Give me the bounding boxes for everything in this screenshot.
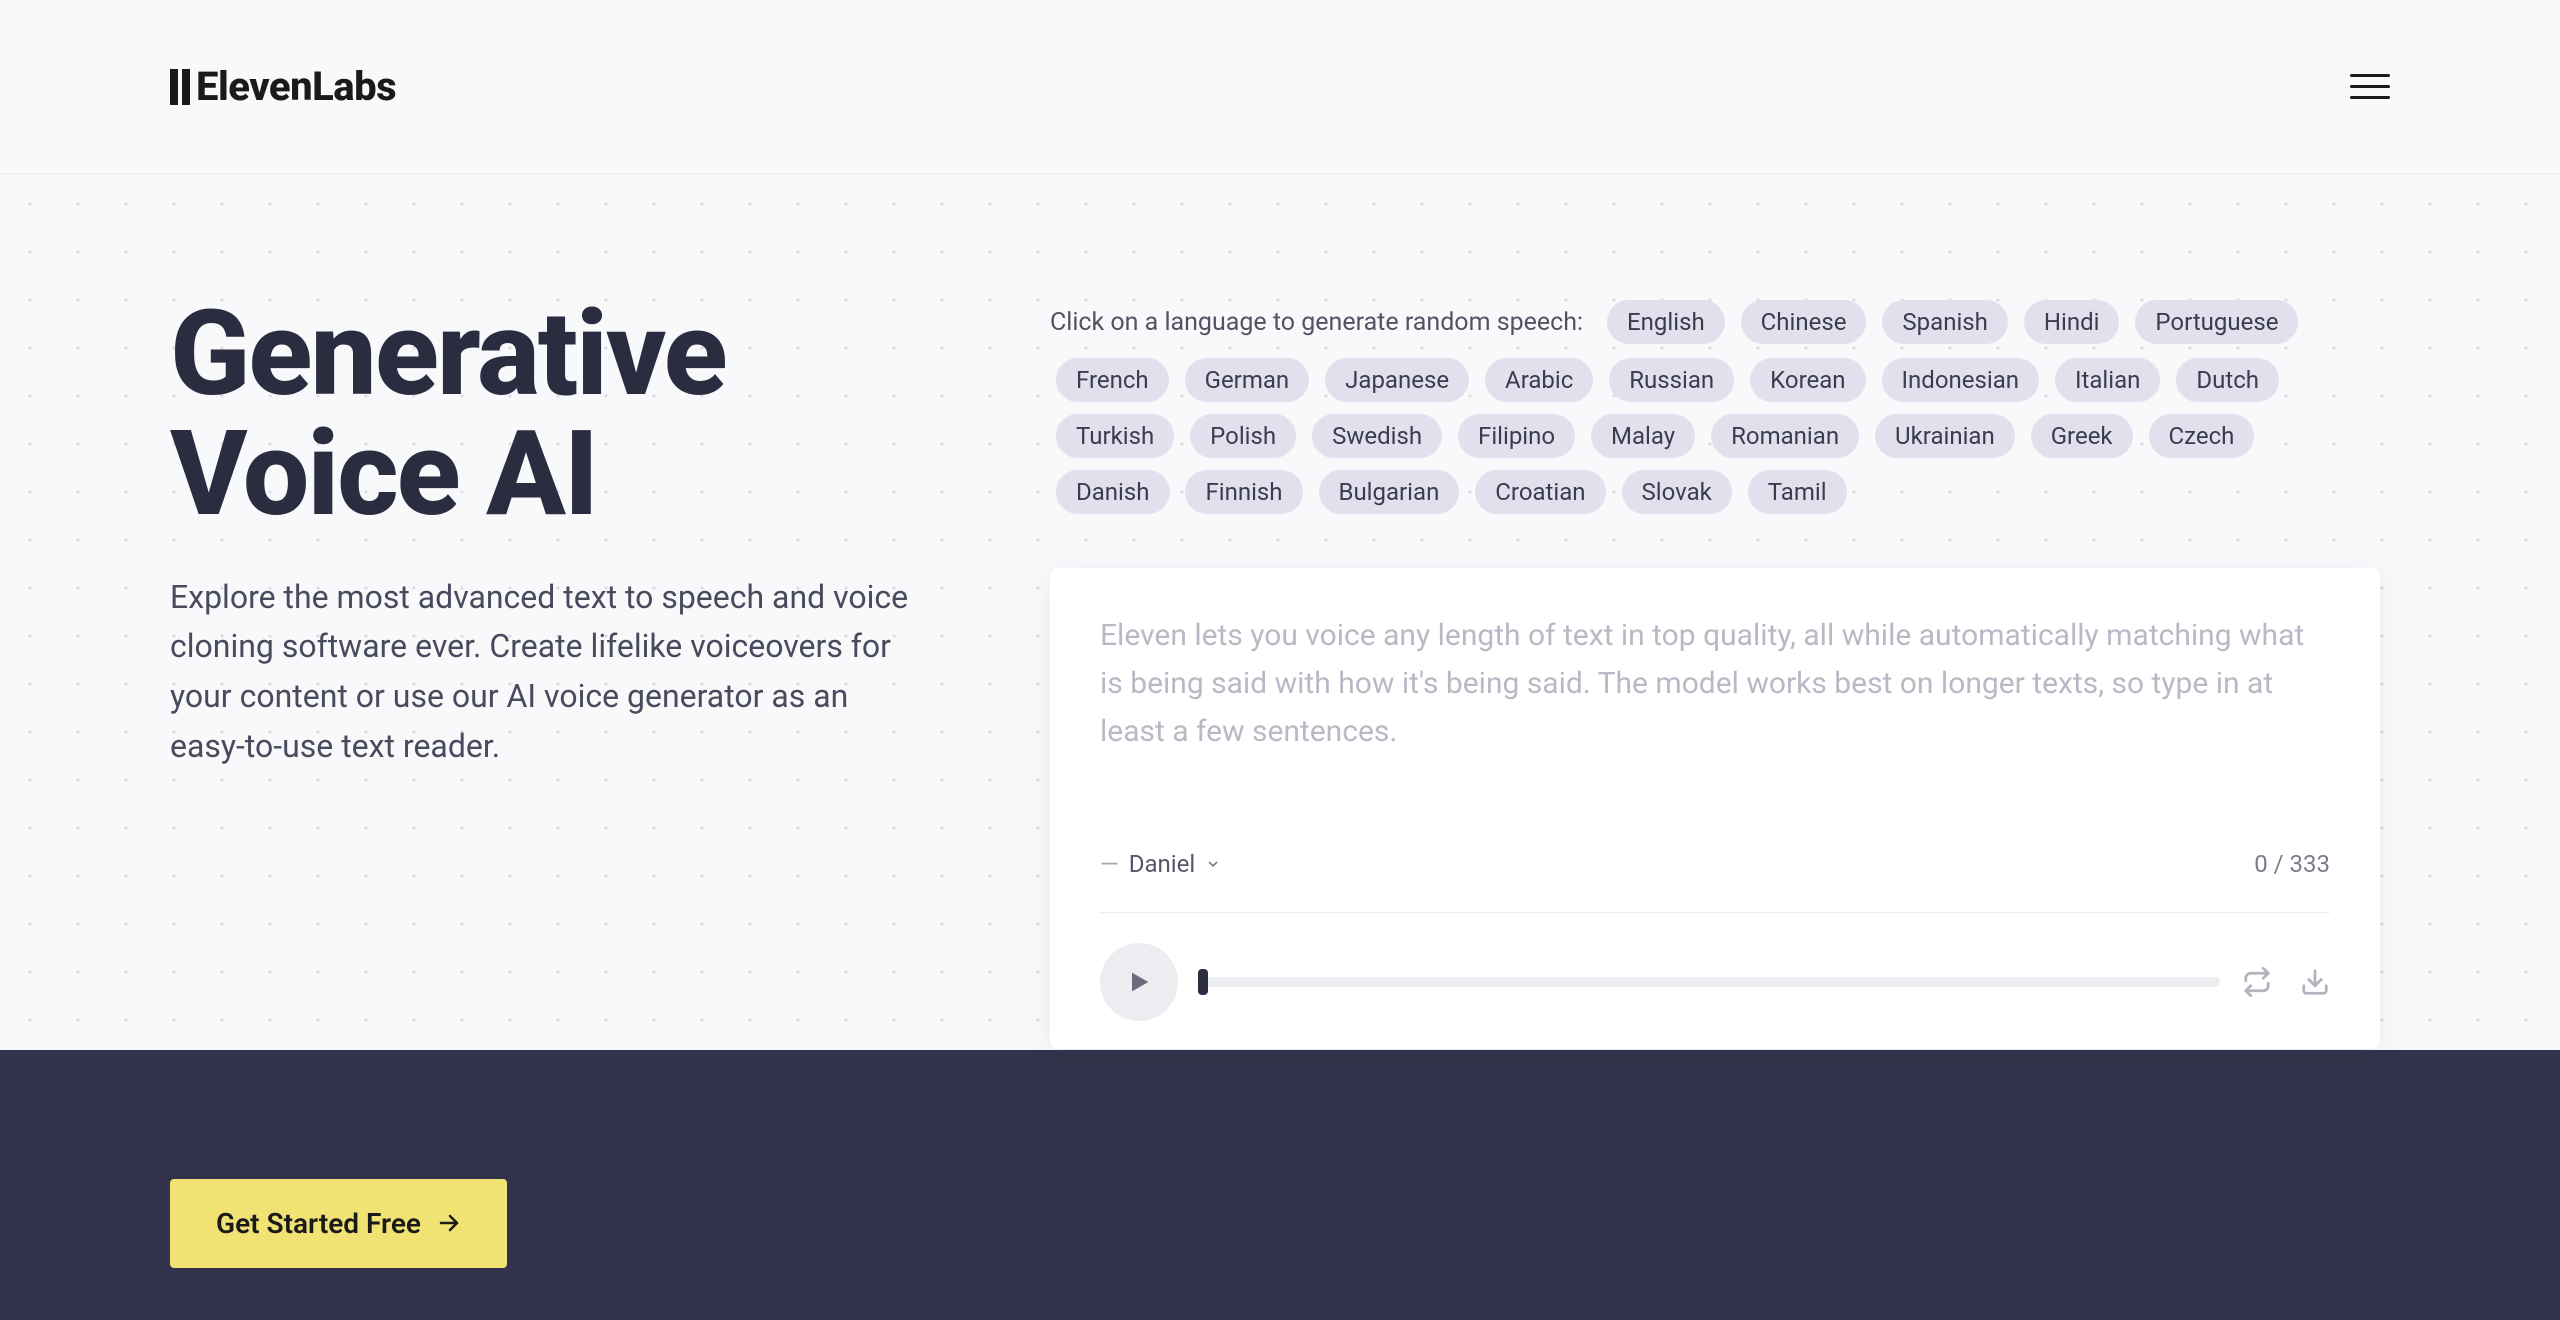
hero-title: Generative Voice AI (170, 294, 930, 535)
language-pill-polish[interactable]: Polish (1190, 414, 1296, 458)
language-pill-greek[interactable]: Greek (2031, 414, 2133, 458)
language-pill-dutch[interactable]: Dutch (2176, 358, 2279, 402)
language-pill-czech[interactable]: Czech (2149, 414, 2255, 458)
language-pill-danish[interactable]: Danish (1056, 470, 1170, 514)
tts-card: — Daniel 0 / 333 (1050, 568, 2380, 1049)
language-pill-hindi[interactable]: Hindi (2024, 300, 2120, 344)
language-pill-indonesian[interactable]: Indonesian (1882, 358, 2040, 402)
language-pill-german[interactable]: German (1185, 358, 1310, 402)
language-pill-bulgarian[interactable]: Bulgarian (1319, 470, 1460, 514)
language-pill-chinese[interactable]: Chinese (1741, 300, 1867, 344)
language-pill-arabic[interactable]: Arabic (1485, 358, 1593, 402)
language-pill-italian[interactable]: Italian (2055, 358, 2160, 402)
hero-section: Generative Voice AI Explore the most adv… (170, 294, 930, 1049)
language-pill-malay[interactable]: Malay (1591, 414, 1695, 458)
get-started-button[interactable]: Get Started Free (170, 1179, 507, 1268)
brand-name: ElevenLabs (196, 63, 396, 110)
language-selector: Click on a language to generate random s… (1050, 294, 2380, 520)
language-pill-english[interactable]: English (1607, 300, 1725, 344)
language-pill-tamil[interactable]: Tamil (1748, 470, 1847, 514)
site-header: ElevenLabs (0, 0, 2560, 174)
loop-icon[interactable] (2242, 967, 2272, 997)
language-pill-spanish[interactable]: Spanish (1882, 300, 2007, 344)
voice-picker[interactable]: — Daniel (1100, 850, 1221, 878)
language-pill-swedish[interactable]: Swedish (1312, 414, 1442, 458)
language-pill-filipino[interactable]: Filipino (1458, 414, 1575, 458)
language-pill-romanian[interactable]: Romanian (1711, 414, 1859, 458)
language-pill-korean[interactable]: Korean (1750, 358, 1865, 402)
progress-track[interactable] (1200, 977, 2220, 987)
tts-textarea[interactable] (1100, 612, 2330, 842)
brand-logo[interactable]: ElevenLabs (170, 63, 396, 110)
voice-name: Daniel (1129, 850, 1195, 878)
language-pill-french[interactable]: French (1056, 358, 1169, 402)
char-counter: 0 / 333 (2254, 850, 2330, 878)
play-icon (1125, 968, 1153, 996)
language-pill-slovak[interactable]: Slovak (1622, 470, 1732, 514)
language-pill-turkish[interactable]: Turkish (1056, 414, 1174, 458)
download-icon[interactable] (2300, 967, 2330, 997)
audio-player (1100, 913, 2330, 1021)
cta-label: Get Started Free (216, 1207, 421, 1240)
language-pill-portuguese[interactable]: Portuguese (2135, 300, 2298, 344)
language-pill-croatian[interactable]: Croatian (1475, 470, 1605, 514)
play-button[interactable] (1100, 943, 1178, 1021)
logo-bars-icon (170, 69, 190, 105)
voice-prefix: — (1100, 850, 1119, 878)
language-pill-japanese[interactable]: Japanese (1325, 358, 1469, 402)
language-pill-finnish[interactable]: Finnish (1185, 470, 1302, 514)
chevron-down-icon (1205, 856, 1221, 872)
language-intro: Click on a language to generate random s… (1050, 308, 1583, 337)
language-pill-russian[interactable]: Russian (1609, 358, 1734, 402)
progress-thumb[interactable] (1198, 969, 1208, 995)
language-pill-ukrainian[interactable]: Ukrainian (1875, 414, 2015, 458)
arrow-right-icon (437, 1211, 461, 1235)
hero-subtitle: Explore the most advanced text to speech… (170, 573, 910, 771)
menu-button[interactable] (2350, 67, 2390, 107)
